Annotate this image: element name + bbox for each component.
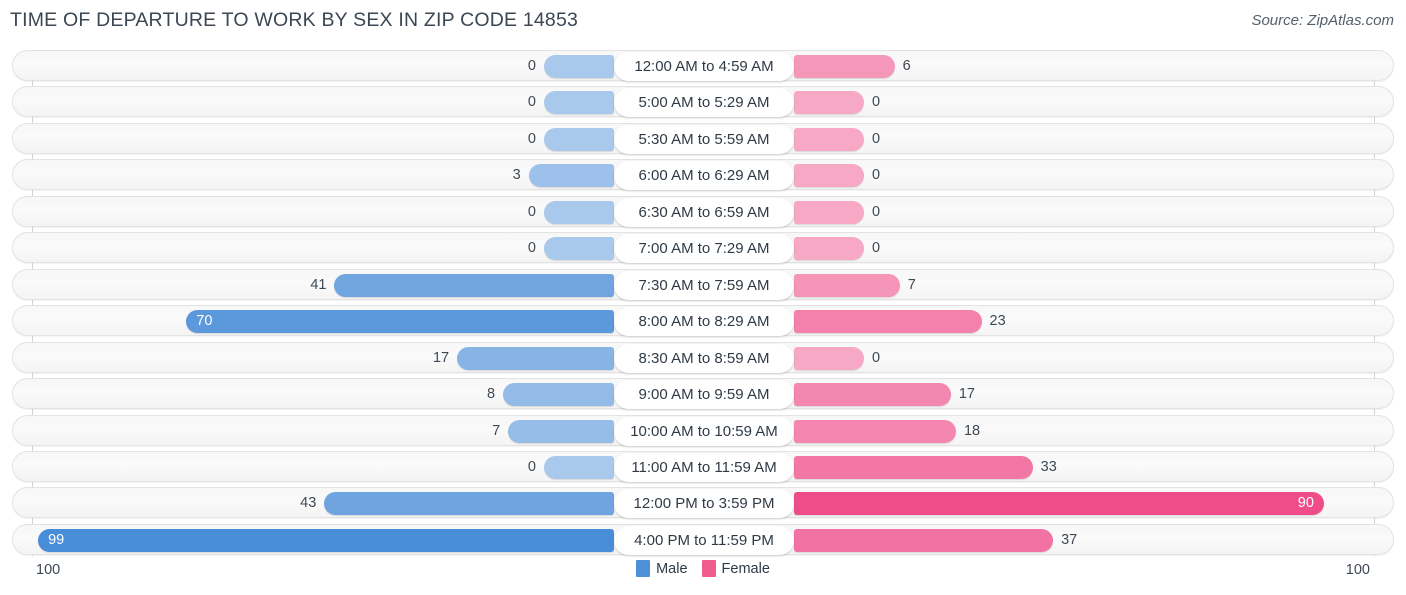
value-label-male: 0 [527, 58, 536, 74]
category-label: 12:00 AM to 4:59 AM [614, 52, 794, 81]
category-label: 4:00 PM to 11:59 PM [614, 525, 794, 555]
chart-row[interactable]: 8 17 9:00 AM to 9:59 AM [12, 378, 1394, 410]
chart-row[interactable]: 17 0 8:30 AM to 8:59 AM [12, 341, 1394, 373]
bar-female[interactable] [794, 164, 864, 188]
bar-female[interactable] [794, 237, 864, 261]
value-label-male: 0 [527, 94, 536, 111]
bar-female[interactable] [794, 346, 864, 370]
value-label-female: 6 [902, 58, 911, 74]
value-label-female: 0 [872, 94, 881, 111]
bar-female[interactable] [794, 455, 1033, 479]
chart-header: TIME OF DEPARTURE TO WORK BY SEX IN ZIP … [0, 0, 1406, 44]
chart-plot-area: 0 6 12:00 AM to 4:59 AM 0 0 5:00 AM to 5:29 A… [0, 44, 1406, 556]
value-label-male: 0 [527, 130, 536, 147]
category-label: 6:30 AM to 6:59 AM [614, 197, 794, 227]
bar-male[interactable] [544, 200, 614, 224]
category-label: 11:00 AM to 11:59 AM [614, 452, 794, 482]
bar-male[interactable] [334, 273, 614, 297]
value-label-male: 0 [527, 203, 536, 220]
chart-legend: Male Female [0, 560, 1406, 577]
category-label: 9:00 AM to 9:59 AM [614, 380, 794, 410]
legend-swatch-female [701, 560, 716, 577]
value-label-male: 17 [432, 349, 450, 366]
bar-female[interactable] [794, 419, 956, 443]
bar-male[interactable] [503, 383, 614, 407]
chart-row[interactable]: 0 0 5:30 AM to 5:59 AM [12, 122, 1394, 154]
chart-row[interactable]: 70 23 8:00 AM to 8:29 AM [12, 305, 1394, 337]
bar-female[interactable] [794, 273, 900, 297]
bar-male[interactable] [544, 91, 614, 115]
chart-row[interactable]: 43 90 12:00 PM to 3:59 PM [12, 487, 1394, 519]
value-label-female: 0 [872, 240, 881, 257]
value-label-male: 7 [492, 422, 501, 439]
value-label-female: 17 [958, 386, 975, 403]
bar-male[interactable] [528, 164, 614, 188]
category-label: 6:00 AM to 6:29 AM [614, 161, 794, 191]
value-label-male: 41 [310, 276, 327, 293]
bar-female[interactable] [794, 127, 864, 151]
legend-label-male: Male [656, 560, 688, 577]
value-label-male: 0 [527, 458, 536, 475]
chart-row[interactable]: 0 0 5:00 AM to 5:29 AM [12, 86, 1394, 118]
chart-row[interactable]: 3 0 6:00 AM to 6:29 AM [12, 159, 1394, 191]
bar-male[interactable] [38, 528, 614, 552]
category-label: 10:00 AM to 10:59 AM [614, 416, 794, 446]
chart-row[interactable]: 99 37 4:00 PM to 11:59 PM [12, 523, 1394, 555]
category-label: 5:00 AM to 5:29 AM [614, 88, 794, 118]
bar-female[interactable] [794, 310, 982, 334]
category-label: 8:00 AM to 8:29 AM [614, 307, 794, 337]
page-title: TIME OF DEPARTURE TO WORK BY SEX IN ZIP … [10, 9, 579, 31]
legend-item-male[interactable]: Male [636, 560, 688, 577]
bar-female[interactable] [794, 91, 864, 115]
bar-female[interactable] [794, 528, 1054, 552]
value-label-female: 33 [1040, 458, 1057, 475]
bar-female[interactable] [794, 200, 864, 224]
value-label-male: 8 [487, 386, 496, 403]
value-label-female: 0 [872, 203, 881, 220]
source-attribution: Source: ZipAtlas.com [1251, 12, 1394, 29]
chart-row[interactable]: 41 7 7:30 AM to 7:59 AM [12, 268, 1394, 300]
value-label-female: 23 [989, 313, 1006, 330]
bar-male[interactable] [508, 419, 614, 443]
chart-row[interactable]: 0 0 7:00 AM to 7:29 AM [12, 232, 1394, 264]
bar-female[interactable] [794, 492, 1324, 516]
value-label-female: 90 [1297, 495, 1314, 512]
bar-female[interactable] [794, 383, 951, 407]
bar-male[interactable] [324, 492, 614, 516]
chart-footer: 100 100 Male Female [0, 554, 1406, 595]
value-label-male: 43 [300, 495, 317, 512]
value-label-female: 0 [872, 130, 881, 147]
value-label-male: 0 [527, 240, 536, 257]
category-label: 12:00 PM to 3:59 PM [614, 489, 794, 519]
category-label: 7:30 AM to 7:59 AM [614, 270, 794, 300]
value-label-female: 7 [907, 276, 916, 293]
legend-swatch-male [636, 560, 651, 577]
chart-row[interactable]: 0 33 11:00 AM to 11:59 AM [12, 450, 1394, 482]
chart-row[interactable]: 0 6 12:00 AM to 4:59 AM [12, 50, 1394, 81]
category-label: 7:00 AM to 7:29 AM [614, 234, 794, 264]
value-label-female: 0 [872, 167, 881, 184]
legend-item-female[interactable]: Female [701, 560, 770, 577]
value-label-male: 99 [48, 531, 65, 548]
chart-row[interactable]: 7 18 10:00 AM to 10:59 AM [12, 414, 1394, 446]
bar-male[interactable] [457, 346, 614, 370]
value-label-female: 18 [963, 422, 981, 439]
chart-row[interactable]: 0 0 6:30 AM to 6:59 AM [12, 195, 1394, 227]
legend-label-female: Female [721, 560, 770, 577]
bar-male[interactable] [544, 55, 614, 78]
bar-male[interactable] [544, 455, 614, 479]
category-label: 5:30 AM to 5:59 AM [614, 124, 794, 154]
bar-male[interactable] [544, 127, 614, 151]
value-label-male: 70 [196, 313, 213, 330]
value-label-female: 0 [872, 349, 881, 366]
value-label-male: 3 [512, 167, 521, 184]
bar-female[interactable] [794, 55, 895, 78]
category-label: 8:30 AM to 8:59 AM [614, 343, 794, 373]
value-label-female: 37 [1061, 531, 1078, 548]
bar-male[interactable] [544, 237, 614, 261]
